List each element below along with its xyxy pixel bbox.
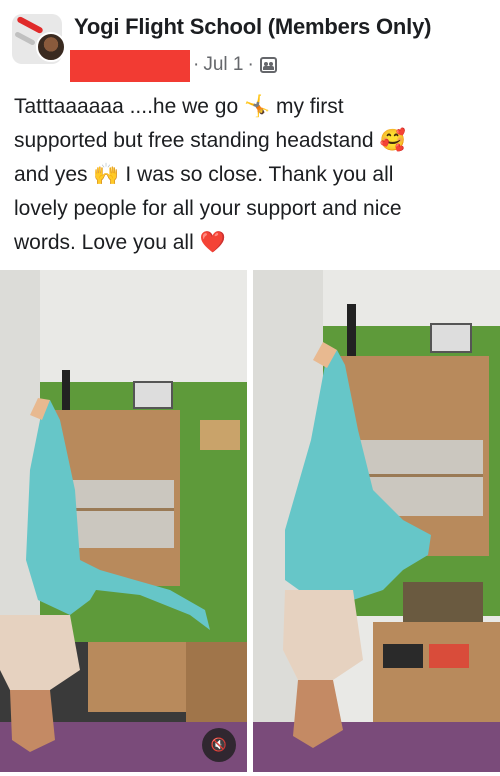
post-text-line: lovely people for all your support and n… — [14, 197, 402, 220]
photo-headstand-right[interactable] — [253, 270, 500, 772]
headstand-photo-right-image — [253, 270, 500, 772]
meta-separator: · — [193, 54, 200, 75]
user-avatar[interactable] — [36, 32, 66, 62]
meta-separator-2: · — [247, 54, 254, 75]
photo-headstand-left[interactable]: 🔇 — [0, 270, 247, 772]
post-text-line: Tatttaaaaaa ....he we go 🤸 my first — [14, 95, 344, 118]
photo-grid: 🔇 — [0, 270, 500, 776]
post-text-line: and yes 🙌 I was so close. Thank you all — [14, 163, 394, 186]
post-date[interactable]: Jul 1 — [203, 54, 243, 76]
group-name[interactable]: Yogi Flight School (Members Only) — [74, 14, 431, 40]
post-text: Tatttaaaaaa ....he we go 🤸 my first supp… — [14, 90, 490, 260]
mute-button[interactable]: 🔇 — [202, 728, 236, 762]
post-text-line: words. Love you all ❤️ — [14, 231, 226, 254]
post-text-line: supported but free standing headstand 🥰 — [14, 129, 406, 152]
headstand-photo-left-image — [0, 270, 247, 772]
group-members-icon[interactable] — [259, 57, 277, 73]
post-meta: · Jul 1 · — [193, 54, 277, 76]
post-header: Yogi Flight School (Members Only) · Jul … — [0, 0, 500, 88]
redacted-author-name — [70, 50, 190, 82]
speaker-muted-icon: 🔇 — [210, 737, 228, 753]
